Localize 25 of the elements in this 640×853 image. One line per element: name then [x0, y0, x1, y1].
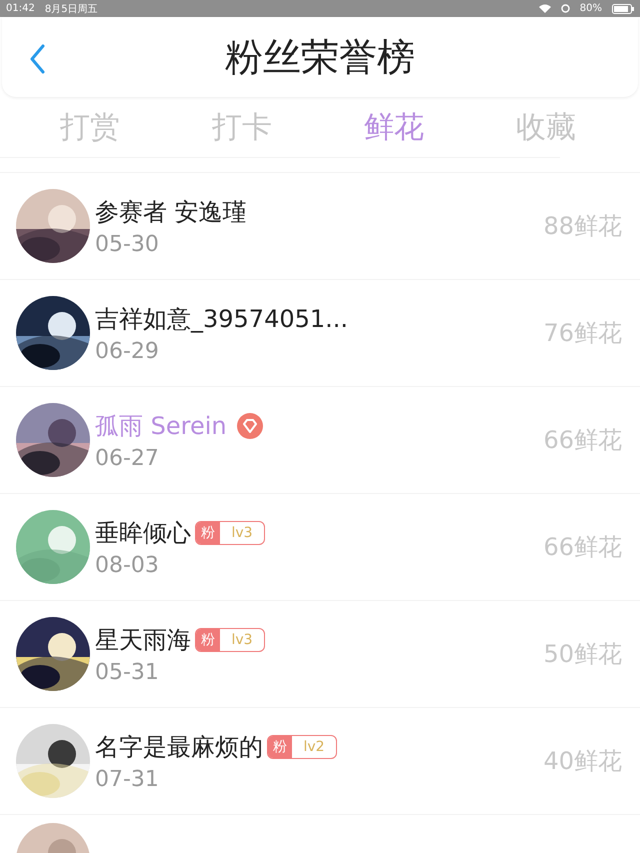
battery-percent: 80%: [580, 3, 602, 14]
user-name: 星天雨海: [95, 624, 191, 656]
user-name: 参赛者 安逸瑾: [95, 196, 247, 228]
date-text: 08-03: [95, 552, 160, 578]
battery-icon: [612, 4, 634, 14]
tab[interactable]: 收藏: [470, 106, 622, 148]
page-title: 粉丝荣誉榜: [225, 34, 415, 80]
clock-text: 01:42: [6, 3, 35, 14]
user-name: 孤雨 Serein: [95, 410, 227, 442]
date-text: 05-30: [95, 232, 160, 256]
date-text: 05-31: [95, 660, 160, 684]
date-text: 8月5日周五: [44, 2, 98, 16]
wifi-icon: [538, 4, 551, 13]
date-text: 07-31: [95, 766, 160, 792]
date-text: 06-29: [95, 338, 160, 364]
fan-level-badge: 粉 lv3: [195, 520, 265, 544]
user-name: 名字是最麻烦的: [95, 732, 263, 762]
tab[interactable]: 打卡: [166, 106, 318, 148]
date-text: 06-27: [95, 446, 160, 470]
user-name: 垂眸倾心: [95, 518, 191, 548]
user-name: 吉祥如意_39574051...: [95, 304, 348, 334]
tab[interactable]: 打赏: [14, 106, 166, 148]
tab[interactable]: 鲜花: [318, 106, 470, 148]
fan-level-badge: 粉 lv3: [195, 628, 265, 652]
fan-level-badge: 粉 lv2: [267, 734, 337, 758]
